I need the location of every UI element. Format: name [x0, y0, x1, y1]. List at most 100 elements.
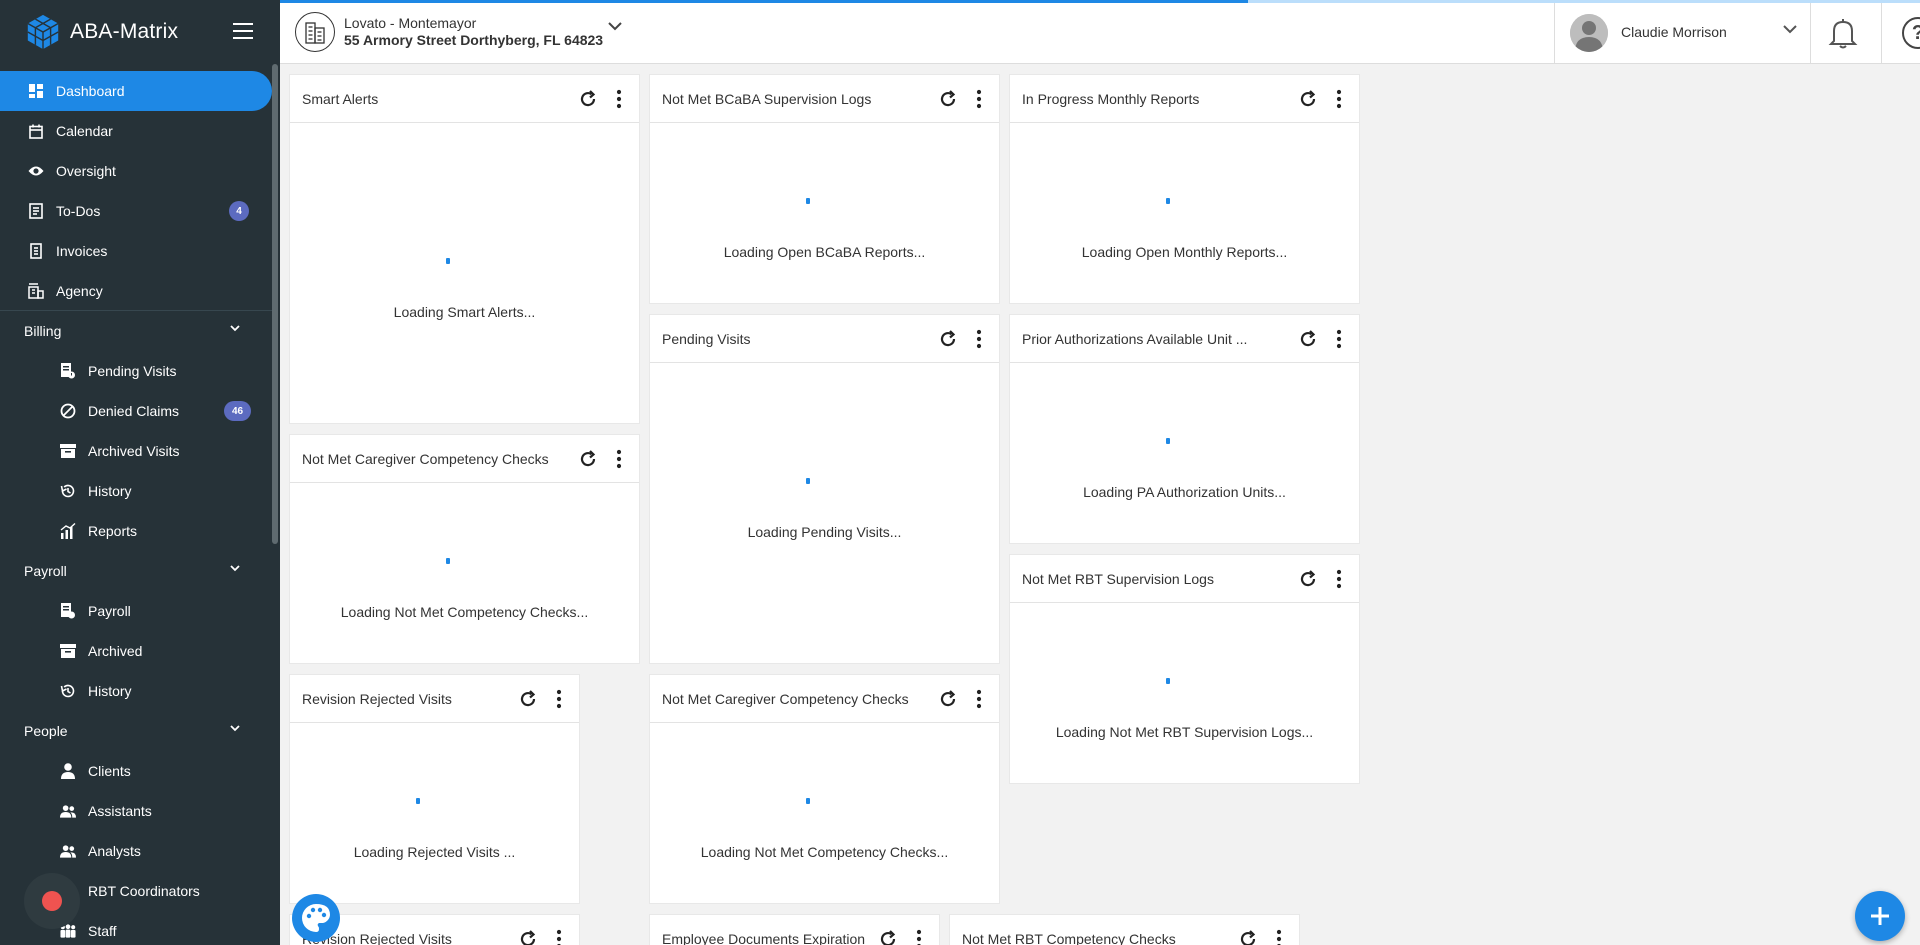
refresh-icon[interactable] [1298, 89, 1318, 109]
widget-title: Revision Rejected Visits [302, 690, 452, 707]
sidebar-item-pending-visits[interactable]: Pending Visits [0, 351, 272, 391]
sidebar-item-invoices[interactable]: Invoices [0, 231, 272, 271]
refresh-icon[interactable] [1298, 329, 1318, 349]
more-vert-icon[interactable] [916, 929, 922, 945]
add-fab-button[interactable] [1855, 891, 1905, 941]
widget-monthly-reports: In Progress Monthly Reports Loading Open… [1009, 74, 1360, 304]
refresh-icon[interactable] [938, 329, 958, 349]
sidebar-item-label: Calendar [56, 123, 113, 139]
reports-chart-icon [60, 523, 76, 539]
invoice-icon [28, 243, 44, 259]
sidebar-item-archived-visits[interactable]: Archived Visits [0, 431, 272, 471]
sidebar-section-billing[interactable]: Billing [0, 311, 272, 351]
loading-spinner [806, 798, 810, 804]
plus-icon [1871, 907, 1889, 925]
calendar-icon [28, 123, 44, 139]
widget-rbt-logs: Not Met RBT Supervision Logs Loading Not… [1009, 554, 1360, 784]
widget-header: Smart Alerts [290, 75, 639, 123]
widget-revision-rejected: Revision Rejected Visits Loading Rejecte… [289, 674, 580, 904]
sidebar-item-label: Archived [88, 643, 143, 659]
sidebar-section-payroll[interactable]: Payroll [0, 551, 272, 591]
refresh-icon[interactable] [938, 689, 958, 709]
widget-title: Smart Alerts [302, 90, 379, 107]
help-icon[interactable]: ? [1902, 17, 1920, 49]
page-load-progress-bar [280, 0, 1248, 3]
sidebar-item-reports[interactable]: Reports [0, 511, 272, 551]
sidebar-scrollbar[interactable] [272, 64, 278, 544]
palette-icon [302, 904, 330, 932]
sidebar-item-payroll-archived[interactable]: Archived [0, 631, 272, 671]
more-vert-icon[interactable] [616, 449, 622, 469]
refresh-icon[interactable] [1238, 929, 1258, 945]
sidebar-item-denied-claims[interactable]: Denied Claims 46 [0, 391, 272, 431]
more-vert-icon[interactable] [556, 929, 562, 945]
loading-spinner [446, 558, 450, 564]
bell-icon [1828, 19, 1858, 49]
sidebar-item-assistants[interactable]: Assistants [0, 791, 272, 831]
refresh-icon[interactable] [518, 929, 538, 945]
theme-palette-button[interactable] [292, 894, 340, 942]
sidebar-item-oversight[interactable]: Oversight [0, 151, 272, 191]
archive-icon [60, 443, 76, 459]
denied-icon [60, 403, 76, 419]
sidebar-item-calendar[interactable]: Calendar [0, 111, 272, 151]
widget-pending-visits: Pending Visits Loading Pending Visits... [649, 314, 1000, 664]
sidebar-item-label: History [88, 483, 132, 499]
refresh-icon[interactable] [878, 929, 898, 945]
more-vert-icon[interactable] [976, 329, 982, 349]
agency-chevron-down-icon[interactable] [608, 22, 622, 31]
sidebar-item-payroll-history[interactable]: History [0, 671, 272, 711]
user-menu[interactable]: Claudie Morrison [1554, 3, 1811, 64]
widget-title: Employee Documents Expiration [662, 930, 866, 945]
sidebar-item-analysts[interactable]: Analysts [0, 831, 272, 871]
todo-list-icon [28, 203, 44, 219]
sidebar-item-label: Agency [56, 282, 103, 299]
notifications-button[interactable] [1811, 3, 1882, 64]
history-icon [60, 483, 76, 499]
archive-icon [60, 643, 76, 659]
sidebar-item-label: Staff [88, 923, 117, 939]
loading-spinner [806, 198, 810, 204]
more-vert-icon[interactable] [1336, 89, 1342, 109]
refresh-icon[interactable] [578, 89, 598, 109]
widget-header: Not Met RBT Supervision Logs [1010, 555, 1359, 603]
chevron-down-icon [230, 725, 240, 732]
more-vert-icon[interactable] [556, 689, 562, 709]
loading-text: Loading Rejected Visits ... [353, 844, 516, 860]
refresh-icon[interactable] [938, 89, 958, 109]
more-vert-icon[interactable] [616, 89, 622, 109]
more-vert-icon[interactable] [1276, 929, 1282, 945]
widget-title: Not Met RBT Competency Checks [962, 930, 1176, 945]
top-header: Lovato - Montemayor 55 Armory Street Dor… [280, 0, 1920, 64]
widget-header: Not Met BCaBA Supervision Logs [650, 75, 999, 123]
widget-header: In Progress Monthly Reports [1010, 75, 1359, 123]
widget-header: Pending Visits [650, 315, 999, 363]
sidebar-item-label: Denied Claims [88, 403, 180, 419]
widget-employee-documents: Employee Documents Expiration [649, 914, 940, 945]
sidebar-item-label: Payroll [88, 603, 131, 619]
more-vert-icon[interactable] [1336, 569, 1342, 589]
widget-title: In Progress Monthly Reports [1022, 90, 1200, 107]
more-vert-icon[interactable] [976, 689, 982, 709]
sidebar-item-billing-history[interactable]: History [0, 471, 272, 511]
sidebar-section-people[interactable]: People [0, 711, 272, 751]
sidebar-item-dashboard[interactable]: Dashboard [0, 71, 272, 111]
more-vert-icon[interactable] [1336, 329, 1342, 349]
sidebar-nav: Dashboard Calendar Oversight To-Dos 4 In… [0, 71, 272, 945]
refresh-icon[interactable] [1298, 569, 1318, 589]
sidebar-item-clients[interactable]: Clients [0, 751, 272, 791]
widget-rbt-competency: Not Met RBT Competency Checks [949, 914, 1300, 945]
menu-toggle-icon[interactable] [233, 23, 253, 39]
sidebar-item-todos[interactable]: To-Dos 4 [0, 191, 272, 231]
widget-header: Not Met Caregiver Competency Checks [650, 675, 999, 723]
more-vert-icon[interactable] [976, 89, 982, 109]
loading-text: Loading Not Met RBT Supervision Logs... [1055, 724, 1314, 740]
refresh-icon[interactable] [578, 449, 598, 469]
record-button[interactable] [24, 873, 80, 929]
refresh-icon[interactable] [518, 689, 538, 709]
sidebar-item-payroll[interactable]: Payroll [0, 591, 272, 631]
agency-address: 55 Armory Street Dorthyberg, FL 64823 [344, 32, 604, 48]
widget-header: Prior Authorizations Available Unit ... [1010, 315, 1359, 363]
sidebar-item-agency[interactable]: Agency [0, 271, 272, 311]
agency-building-icon[interactable] [295, 12, 335, 52]
